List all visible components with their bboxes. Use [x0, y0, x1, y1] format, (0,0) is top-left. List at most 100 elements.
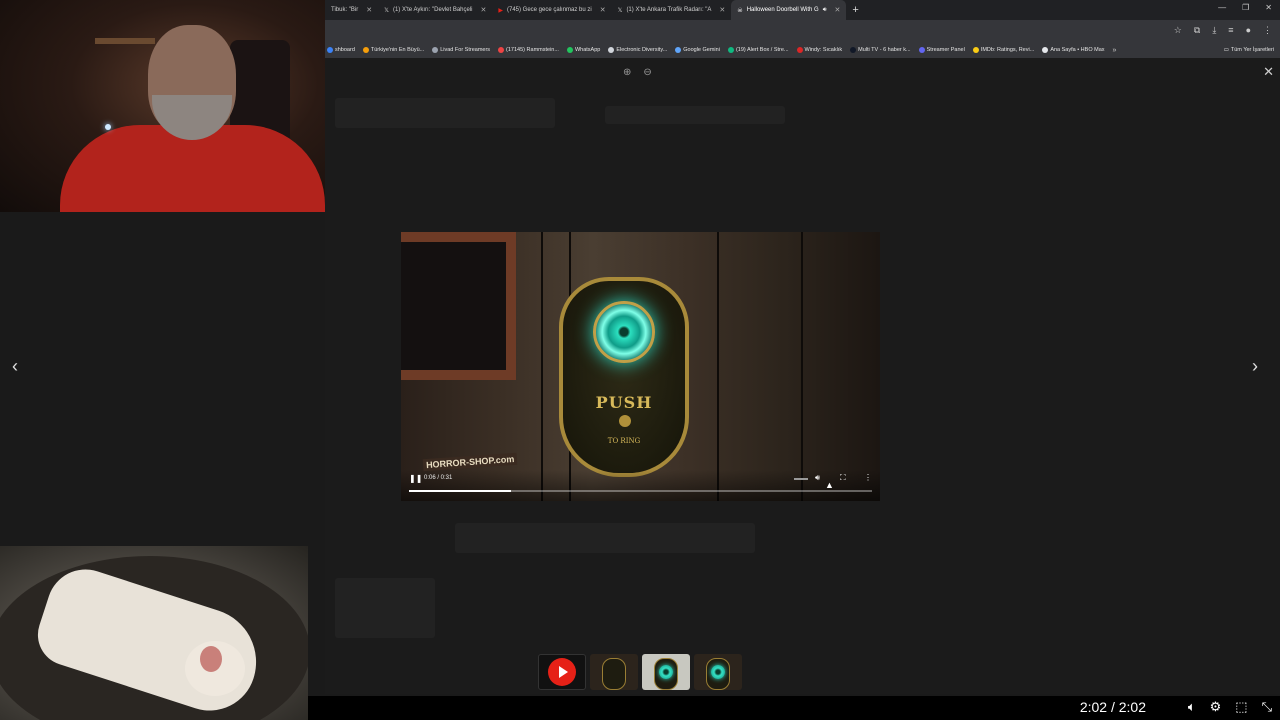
star-icon[interactable]: ☆	[1174, 25, 1182, 36]
volume-icon[interactable]: 🔊︎	[815, 473, 820, 483]
bookmark-item[interactable]: Streamer Panel	[918, 47, 965, 53]
webcam-streamer	[0, 0, 325, 212]
bookmark-icon	[727, 47, 734, 53]
tab-2[interactable]: ▶ (745) Gece gece çalınmaz bu zi ✕	[492, 0, 611, 20]
close-icon[interactable]: ✕	[719, 6, 725, 14]
bookmark-item[interactable]: Multi TV - 6 haber k...	[850, 47, 911, 53]
seek-bar[interactable]	[409, 490, 872, 492]
all-bookmarks-folder[interactable]: ▭ Tüm Yer İşaretleri	[1224, 47, 1280, 53]
menu-icon[interactable]: ⋮	[1263, 25, 1272, 36]
zoom-out-icon[interactable]: ⊖	[643, 67, 651, 78]
bookmark-label: Streamer Panel	[926, 47, 965, 53]
bookmark-icon	[498, 47, 505, 53]
chevron-left-icon[interactable]: ‹	[12, 356, 18, 377]
extensions-icon[interactable]: ⧉	[1194, 25, 1200, 36]
close-icon[interactable]: ✕	[481, 6, 487, 14]
youtube-icon: ▶	[498, 7, 503, 14]
wood-seam	[801, 232, 803, 501]
bookmark-label: Ana Sayfa • HBO Max	[1050, 47, 1105, 53]
bookmark-icon	[432, 47, 439, 53]
bookmark-label: (19) Alert Box / Stre...	[735, 47, 789, 53]
bookmark-icon	[327, 47, 333, 53]
thumbnail-item-selected[interactable]	[642, 654, 690, 690]
restore-icon[interactable]: ❐	[1242, 3, 1249, 12]
thumbnail-eye	[659, 665, 673, 679]
bookmark-item[interactable]: IMDb: Ratings, Revi...	[972, 47, 1035, 53]
playlist-icon[interactable]: ≡	[1228, 25, 1233, 36]
crop-icon[interactable]: ⬚	[1235, 699, 1247, 715]
player-time: 2:02 / 2:02	[1079, 699, 1146, 715]
mouse-cursor-icon: ▲	[825, 480, 834, 490]
chevron-right-icon[interactable]: ›	[1252, 356, 1258, 377]
bookmark-icon	[608, 47, 615, 53]
zoom-in-icon[interactable]: ⊕	[623, 67, 631, 78]
volume-slider[interactable]	[794, 478, 808, 480]
youtube-play-icon	[548, 658, 576, 686]
bookmark-label: IMDb: Ratings, Revi...	[980, 47, 1035, 53]
audio-icon[interactable]: 🔈︎	[1188, 699, 1196, 715]
pause-icon[interactable]: ❚❚	[409, 474, 422, 483]
thumbnail-strip	[538, 654, 742, 690]
folder-icon: ▭	[1223, 47, 1229, 53]
bookmark-item[interactable]: Google Gemini	[675, 47, 720, 53]
webcam-dog	[0, 546, 308, 720]
tab-0[interactable]: Tibuk: "Bir ✕	[325, 0, 378, 20]
bookmarks-bar: shboard Türkiye'nin En Büyü... Livad For…	[325, 42, 1280, 58]
bookmark-item[interactable]: Ana Sayfa • HBO Max	[1042, 47, 1105, 53]
new-tab-button[interactable]: +	[846, 4, 864, 16]
bookmark-item[interactable]: Türkiye'nin En Büyü...	[362, 47, 424, 53]
tab-label: (1) X'te Ankara Trafik Radarı: "A	[626, 7, 712, 13]
thumbnail-item[interactable]	[694, 654, 742, 690]
skull-icon: ☠	[737, 7, 743, 14]
bookmark-item[interactable]: Windy: Sıcaklık	[796, 47, 842, 53]
thumbnail-item[interactable]	[590, 654, 638, 690]
bookmark-icon	[850, 47, 857, 53]
player-icons: 🔈︎ ⚙ ⬚ ⤡	[1188, 699, 1272, 715]
close-icon[interactable]: ✕	[600, 6, 606, 14]
close-window-icon[interactable]: ✕	[1265, 3, 1272, 12]
player-status-bar: 2:02 / 2:02 🔈︎ ⚙ ⬚ ⤡	[308, 696, 1280, 720]
window-frame	[401, 232, 516, 380]
video-player[interactable]: PUSH TO RING HORROR-SHOP.com	[401, 232, 880, 501]
bookmark-item[interactable]: Electronic Diversity...	[608, 47, 667, 53]
settings-icon[interactable]: ⚙	[1210, 699, 1222, 715]
bookmark-item[interactable]: (17145) Rammstein...	[498, 47, 559, 53]
download-icon[interactable]: ⤓	[1212, 25, 1216, 36]
background-shape	[335, 98, 555, 128]
thumbnail-doorbell	[602, 658, 626, 690]
tab-4[interactable]: ☠ Halloween Doorbell With G 🔊︎ ✕	[731, 0, 847, 20]
bookmark-label: Multi TV - 6 haber k...	[858, 47, 911, 53]
bookmark-label: shboard	[335, 47, 355, 53]
tab-label: (1) X'te Aykırı: "Devlet Bahçeli	[392, 7, 473, 13]
bookmark-item[interactable]: WhatsApp	[566, 47, 600, 53]
speaker-icon[interactable]: 🔊︎	[823, 7, 827, 14]
address-bar[interactable]: ☆ ⧉ ⤓ ≡ ● ⋮	[325, 20, 1280, 42]
tab-bar: Tibuk: "Bir ✕ 𝕏 (1) X'te Aykırı: "Devlet B…	[325, 0, 1280, 20]
thumbnail-youtube[interactable]	[538, 654, 586, 690]
tab-3[interactable]: 𝕏 (1) X'te Ankara Trafik Radarı: "A ✕	[612, 0, 732, 20]
glowing-eye	[593, 301, 655, 363]
background-shape	[455, 523, 755, 553]
exit-fullscreen-icon[interactable]: ⤡	[1262, 699, 1272, 715]
profile-icon[interactable]: ●	[1246, 25, 1251, 36]
seek-progress	[409, 490, 511, 492]
toolbar-icons: ☆ ⧉ ⤓ ≡ ● ⋮	[1174, 25, 1272, 36]
cam-led	[105, 124, 111, 130]
wood-seam	[717, 232, 719, 501]
screen: Tibuk: "Bir ✕ 𝕏 (1) X'te Aykırı: "Devlet B…	[0, 0, 1280, 720]
minimize-icon[interactable]: —	[1218, 3, 1226, 12]
bookmarks-overflow-button[interactable]: »	[1113, 47, 1117, 54]
more-options-icon[interactable]: ⋮	[864, 473, 872, 482]
bookmark-item[interactable]: shboard	[327, 47, 355, 53]
fullscreen-icon[interactable]: ⛶	[840, 473, 846, 483]
close-icon[interactable]: ✕	[1263, 64, 1274, 80]
tab-label: Tibuk: "Bir	[331, 7, 359, 13]
bookmark-label: Electronic Diversity...	[616, 47, 668, 53]
close-icon[interactable]: ✕	[835, 6, 841, 14]
bookmark-item[interactable]: (19) Alert Box / Stre...	[727, 47, 789, 53]
bookmark-item[interactable]: Livad For Streamers	[432, 47, 490, 53]
tab-1[interactable]: 𝕏 (1) X'te Aykırı: "Devlet Bahçeli ✕	[378, 0, 492, 20]
sign-main-text: PUSH	[595, 393, 653, 412]
x-logo-icon: 𝕏	[617, 7, 623, 14]
close-icon[interactable]: ✕	[366, 6, 372, 14]
